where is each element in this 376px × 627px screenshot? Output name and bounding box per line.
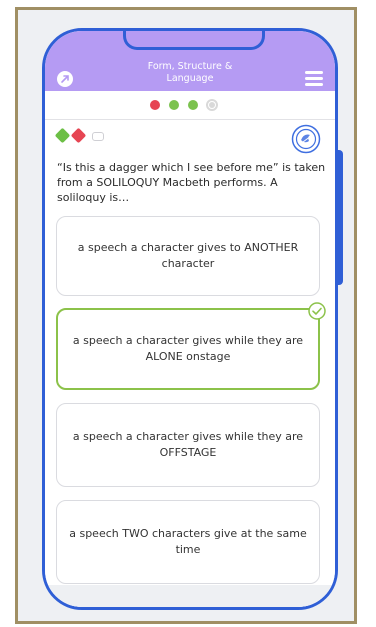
arrow-icon [61, 75, 69, 83]
hamburger-icon-bar [305, 83, 323, 86]
hamburger-icon-bar [305, 77, 323, 80]
answer-option-another-character[interactable]: a speech a character gives to ANOTHER ch… [56, 216, 320, 296]
life-icon-red [70, 127, 87, 144]
progress-dot-correct [188, 100, 198, 110]
app-header: Form, Structure & Language [45, 31, 335, 91]
progress-dot-correct [169, 100, 179, 110]
life-icon-empty [92, 132, 104, 141]
answer-option-label: a speech a character gives while they ar… [72, 334, 304, 363]
question-progress [45, 91, 335, 120]
answer-option-label: a speech a character gives to ANOTHER ch… [77, 241, 299, 270]
page-title-line1: Form, Structure & [147, 61, 233, 72]
hint-button[interactable] [291, 124, 321, 154]
hamburger-icon-bar [305, 71, 323, 74]
hint-badge-icon [291, 124, 321, 154]
bottom-area [45, 585, 335, 607]
progress-dot-current [206, 99, 218, 111]
page-title-line2: Language [166, 73, 214, 84]
answer-option-offstage[interactable]: a speech a character gives while they ar… [56, 403, 320, 487]
back-button[interactable] [57, 71, 73, 87]
progress-dot-wrong [150, 100, 160, 110]
phone-side-button [337, 150, 343, 285]
menu-button[interactable] [305, 71, 323, 86]
page-title: Form, Structure & Language [105, 61, 275, 85]
answer-option-two-characters[interactable]: a speech TWO characters give at the same… [56, 500, 320, 584]
phone-screen: Form, Structure & Language “Is this a da… [42, 28, 338, 610]
phone-notch [123, 31, 265, 50]
answer-option-label: a speech a character gives while they ar… [72, 430, 304, 459]
answer-option-alone-onstage[interactable]: a speech a character gives while they ar… [56, 302, 326, 390]
answer-option-label: a speech TWO characters give at the same… [69, 527, 307, 556]
question-text: “Is this a dagger which I see before me”… [57, 161, 326, 204]
check-icon [308, 302, 326, 320]
life-icon-green [54, 127, 71, 144]
question-card: “Is this a dagger which I see before me”… [45, 120, 335, 607]
